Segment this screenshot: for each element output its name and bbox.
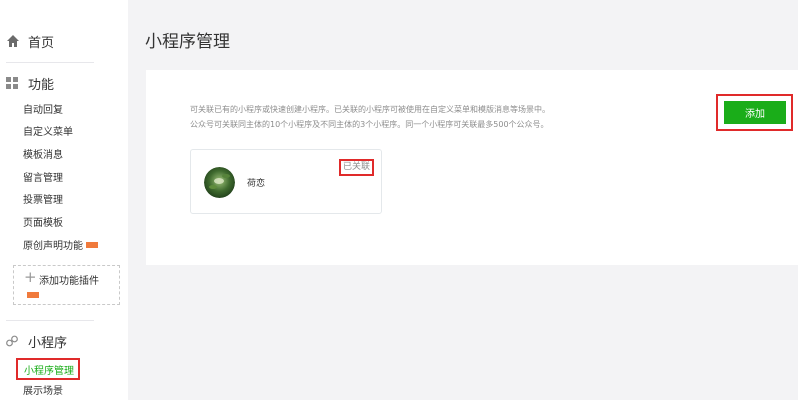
sidebar-section-miniprogram: 小程序 xyxy=(6,330,67,352)
sidebar-item-original-declaration[interactable]: 原创声明功能 xyxy=(23,240,98,254)
sidebar-item-custom-menu[interactable]: 自定义菜单 xyxy=(23,126,73,140)
new-badge xyxy=(27,292,39,298)
sidebar-item-original-declaration-label: 原创声明功能 xyxy=(23,241,83,252)
sidebar-section-function: 功能 xyxy=(6,72,54,94)
sidebar-item-display-scene[interactable]: 展示场景 xyxy=(23,385,63,399)
sidebar-item-miniprogram-management[interactable]: 小程序管理 xyxy=(16,358,80,380)
sidebar-item-template-message[interactable]: 模板消息 xyxy=(23,149,63,163)
sidebar-item-home-label: 首页 xyxy=(28,35,55,51)
add-plugin-button[interactable]: + 添加功能插件 xyxy=(13,265,120,305)
add-button[interactable]: 添加 xyxy=(724,101,786,124)
home-icon xyxy=(7,35,19,47)
sidebar-item-miniprogram-management-label: 小程序管理 xyxy=(24,366,74,377)
sidebar-item-page-template[interactable]: 页面模板 xyxy=(23,217,63,231)
miniprogram-avatar xyxy=(204,167,235,198)
add-button-highlight: 添加 xyxy=(716,94,793,131)
add-plugin-label: 添加功能插件 xyxy=(39,276,99,287)
divider xyxy=(6,62,94,63)
sidebar-item-vote-management[interactable]: 投票管理 xyxy=(23,194,63,208)
sidebar-section-function-title: 功能 xyxy=(28,77,55,93)
miniprogram-icon xyxy=(6,335,18,347)
plus-icon: + xyxy=(24,268,37,286)
sidebar-item-home[interactable]: 首页 xyxy=(6,30,54,52)
miniprogram-card[interactable]: 荷恋 已关联 xyxy=(190,149,382,214)
sidebar-item-comment-management[interactable]: 留言管理 xyxy=(23,172,63,186)
divider xyxy=(6,320,94,321)
page-title: 小程序管理 xyxy=(145,32,230,52)
sidebar-item-auto-reply[interactable]: 自动回复 xyxy=(23,104,63,118)
grid-icon xyxy=(6,77,18,89)
sidebar: 首页 功能 自动回复 自定义菜单 模板消息 留言管理 投票管理 页面模板 原创声… xyxy=(0,0,128,400)
new-badge xyxy=(86,242,98,248)
linked-status-badge: 已关联 xyxy=(339,159,375,176)
sidebar-section-miniprogram-title: 小程序 xyxy=(28,335,68,351)
miniprogram-name: 荷恋 xyxy=(247,179,266,189)
description-line-2: 公众号可关联同主体的10个小程序及不同主体的3个小程序。同一个小程序可关联最多5… xyxy=(190,120,549,129)
description-line-1: 可关联已有的小程序或快速创建小程序。已关联的小程序可被使用在自定义菜单和模版消息… xyxy=(190,105,550,114)
